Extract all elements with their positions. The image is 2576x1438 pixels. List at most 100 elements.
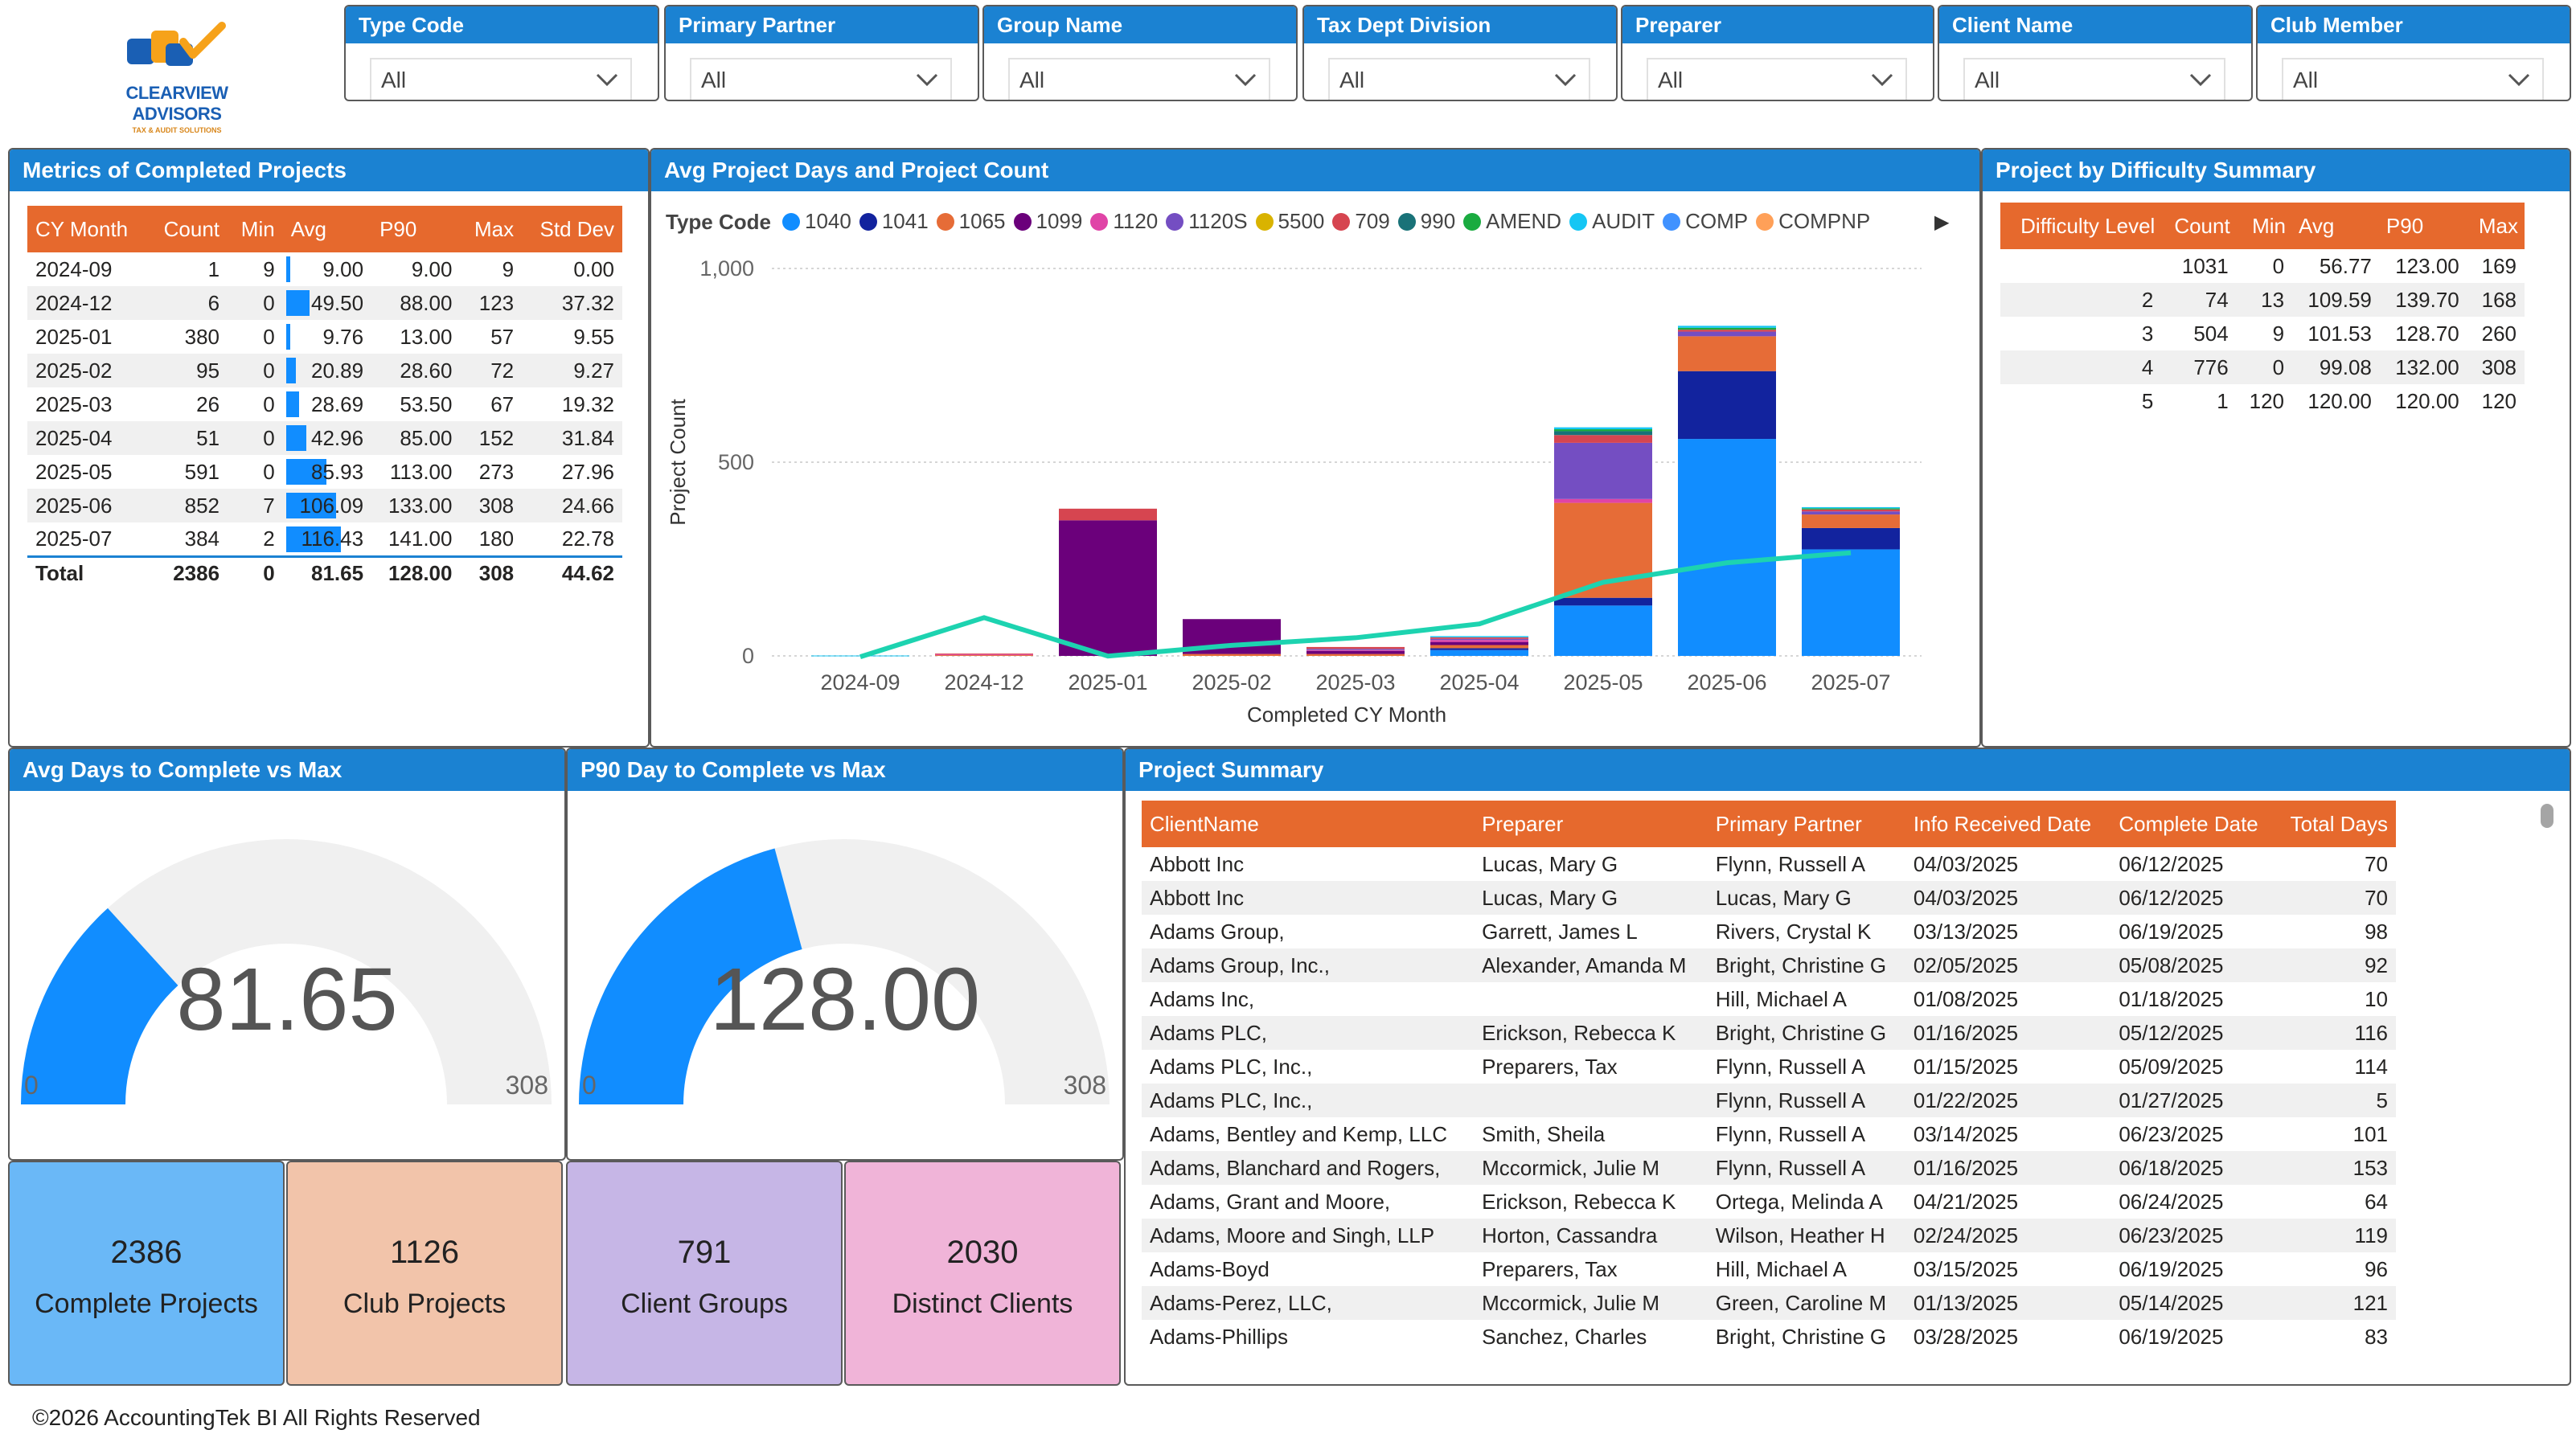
bar-segment[interactable] — [1802, 508, 1900, 510]
bar-segment[interactable] — [1059, 520, 1157, 656]
bar-segment[interactable] — [1678, 327, 1776, 330]
bar-segment[interactable] — [1430, 641, 1528, 645]
summary-scrollbar[interactable] — [2541, 804, 2553, 828]
bar-segment[interactable] — [1802, 527, 1900, 550]
table-row[interactable]: Adams, Blanchard and Rogers, Mccormick, J… — [1142, 1151, 2396, 1185]
summary-col-header[interactable]: Preparer — [1474, 801, 1708, 847]
metrics-col-header[interactable]: Std Dev — [522, 206, 622, 252]
bar-segment[interactable] — [1802, 514, 1900, 528]
table-row[interactable]: Adams, Moore and Singh, LLP Horton, Cassa… — [1142, 1219, 2396, 1252]
table-row[interactable]: Adams, Grant and Moore, Erickson, Rebecca… — [1142, 1185, 2396, 1219]
bar-segment[interactable] — [935, 653, 1033, 655]
bar-segment[interactable] — [1306, 649, 1405, 651]
metrics-col-header[interactable]: CY Month — [27, 206, 148, 252]
bar-segment[interactable] — [1678, 371, 1776, 440]
bar-segment[interactable] — [1802, 511, 1900, 515]
legend-item[interactable]: 1120S — [1166, 209, 1248, 234]
legend-item[interactable]: 990 — [1397, 209, 1455, 234]
bar-segment[interactable] — [1802, 506, 1900, 509]
bar-segment[interactable] — [1430, 638, 1528, 641]
legend-item[interactable]: 709 — [1332, 209, 1390, 234]
legend-item[interactable]: 5500 — [1255, 209, 1324, 234]
slicer-dropdown[interactable]: All — [2282, 58, 2544, 100]
bar-segment[interactable] — [1678, 331, 1776, 337]
slicer-dropdown[interactable]: All — [1008, 58, 1270, 100]
legend-item[interactable]: 1040 — [781, 209, 851, 234]
bar-segment[interactable] — [1183, 653, 1281, 656]
legend-item[interactable]: 1041 — [859, 209, 929, 234]
summary-col-header[interactable]: Total Days — [2275, 801, 2396, 847]
table-row[interactable]: Abbott Inc Lucas, Mary G Lucas, Mary G 04/0… — [1142, 881, 2396, 915]
difficulty-col-header[interactable]: Avg — [2292, 203, 2380, 249]
bar-segment[interactable] — [1554, 427, 1652, 430]
bar-segment[interactable] — [1678, 330, 1776, 332]
slicer-dropdown[interactable]: All — [1963, 58, 2225, 100]
metrics-col-header[interactable]: P90 — [371, 206, 461, 252]
difficulty-col-header[interactable]: Count — [2161, 203, 2237, 249]
summary-cell: Hill, Michael A — [1715, 986, 1847, 1011]
slicer-dropdown[interactable]: All — [690, 58, 952, 100]
difficulty-col-header[interactable]: Min — [2236, 203, 2293, 249]
metrics-col-header[interactable]: Count — [147, 206, 228, 252]
summary-scroll-area[interactable]: ClientName Preparer Primary Partner Info Re… — [1142, 801, 2396, 1371]
legend-item[interactable]: AMEND — [1463, 209, 1561, 234]
legend-next-icon[interactable]: ▶ — [1934, 211, 1949, 234]
metrics-col-header[interactable]: Max — [460, 206, 523, 252]
bar-segment[interactable] — [1430, 645, 1528, 649]
summary-cell: Alexander, Amanda M — [1474, 948, 1708, 982]
metrics-col-header[interactable]: Avg — [282, 206, 372, 252]
legend-item[interactable]: AUDIT — [1569, 209, 1655, 234]
metrics-col-header[interactable]: Min — [228, 206, 283, 252]
table-row[interactable]: Adams Inc, Hill, Michael A 01/08/2025 01/18… — [1142, 982, 2396, 1016]
bar-segment[interactable] — [1678, 439, 1776, 656]
difficulty-col-header[interactable]: P90 — [2379, 203, 2467, 249]
table-row[interactable]: Abbott Inc Lucas, Mary G Flynn, Russell A 0… — [1142, 847, 2396, 881]
bar-segment[interactable] — [1430, 636, 1528, 637]
summary-col-header[interactable]: Primary Partner — [1707, 801, 1905, 847]
legend-item[interactable]: 1120 — [1090, 209, 1158, 234]
bar-segment[interactable] — [1554, 498, 1652, 503]
bar-segment[interactable] — [1554, 431, 1652, 436]
bar-segment[interactable] — [1430, 649, 1528, 656]
table-row[interactable]: Adams PLC, Inc., Flynn, Russell A 01/22/20… — [1142, 1084, 2396, 1117]
bar-segment[interactable] — [935, 655, 1033, 657]
summary-col-header[interactable]: Info Received Date — [1905, 801, 2111, 847]
legend-label: COMPNP — [1778, 209, 1871, 234]
summary-col-header[interactable]: Complete Date — [2110, 801, 2276, 847]
bar-segment[interactable] — [1554, 442, 1652, 499]
summary-col-header[interactable]: ClientName — [1142, 801, 1475, 847]
table-row[interactable]: Adams PLC, Erickson, Rebecca K Bright, Chr… — [1142, 1016, 2396, 1050]
table-row[interactable]: Adams PLC, Inc., Preparers, Tax Flynn, Rus… — [1142, 1050, 2396, 1084]
bar-segment[interactable] — [1430, 640, 1528, 642]
bar-segment[interactable] — [1554, 597, 1652, 606]
bar-segment[interactable] — [1306, 653, 1405, 656]
bar-segment[interactable] — [1678, 336, 1776, 371]
slicer-dropdown[interactable]: All — [370, 58, 632, 100]
bar-segment[interactable] — [1430, 637, 1528, 639]
slicer-dropdown[interactable]: All — [1647, 58, 1907, 100]
table-row[interactable]: Adams Group, Inc., Alexander, Amanda M Bri… — [1142, 948, 2396, 982]
difficulty-col-header[interactable]: Difficulty Level — [2000, 203, 2162, 249]
table-row[interactable]: Adams-Perez, LLC, Mccormick, Julie M Green… — [1142, 1286, 2396, 1320]
bar-segment[interactable] — [935, 654, 1033, 656]
bar-segment[interactable] — [1306, 646, 1405, 649]
bar-segment[interactable] — [1678, 326, 1776, 328]
bar-segment[interactable] — [1430, 648, 1528, 650]
table-row[interactable]: Adams-Phillips Sanchez, Charles Bright, Ch… — [1142, 1320, 2396, 1354]
table-row[interactable]: Adams-Boyd Preparers, Tax Hill, Michael A 0… — [1142, 1252, 2396, 1286]
legend-item[interactable]: 1065 — [936, 209, 1006, 234]
bar-segment[interactable] — [1802, 549, 1900, 656]
legend-item[interactable]: 1099 — [1013, 209, 1082, 234]
bar-segment[interactable] — [1059, 508, 1157, 521]
legend-item[interactable]: COMP — [1663, 209, 1748, 234]
difficulty-col-header[interactable]: Max — [2467, 203, 2525, 249]
table-row[interactable]: Adams, Bentley and Kemp, LLC Smith, Sheil… — [1142, 1117, 2396, 1151]
bar-segment[interactable] — [1802, 509, 1900, 512]
legend-item[interactable]: COMPNP — [1756, 209, 1870, 234]
bar-segment[interactable] — [1306, 650, 1405, 654]
table-row[interactable]: Adams Group, Garrett, James L Rivers, Crys… — [1142, 915, 2396, 948]
bar-segment[interactable] — [1554, 429, 1652, 432]
bar-segment[interactable] — [1554, 605, 1652, 656]
bar-segment[interactable] — [1554, 435, 1652, 443]
slicer-dropdown[interactable]: All — [1328, 58, 1590, 100]
